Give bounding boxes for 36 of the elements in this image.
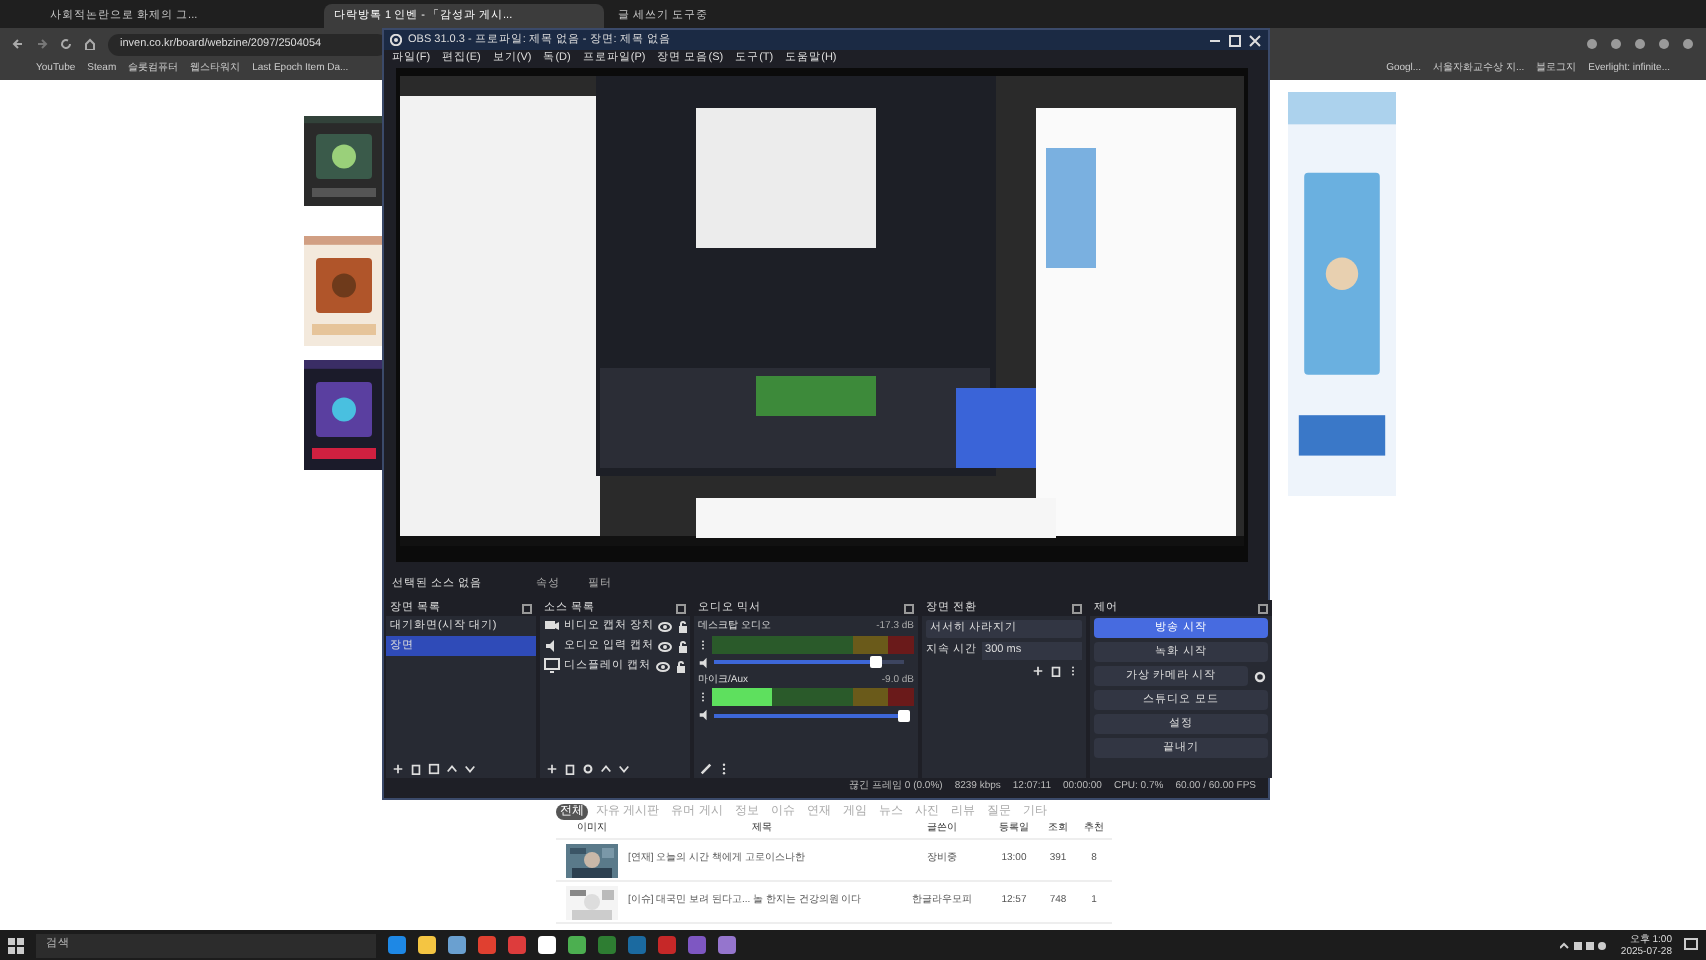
undock-icon (1072, 603, 1082, 613)
camera-icon (544, 618, 560, 634)
speaker-icon (544, 638, 560, 654)
undock-icon (1258, 603, 1268, 613)
speaker-icon[interactable] (698, 708, 710, 722)
undock-icon (904, 603, 914, 613)
windows-start-icon (8, 937, 24, 953)
monitor-icon (544, 658, 560, 674)
move-up-button[interactable] (446, 761, 458, 775)
maximize-button[interactable] (1228, 33, 1242, 47)
obs-logo-icon (390, 34, 402, 46)
add-button[interactable] (392, 761, 404, 775)
home-icon (84, 38, 96, 50)
lock-icon[interactable] (676, 639, 691, 653)
more-button[interactable] (718, 761, 730, 775)
lock-icon[interactable] (673, 659, 688, 673)
eye-icon[interactable] (658, 639, 673, 653)
settings-button[interactable] (582, 761, 594, 775)
settings-button[interactable] (1252, 666, 1268, 686)
add-button[interactable] (546, 761, 558, 775)
eye-icon[interactable] (655, 659, 670, 673)
close-button[interactable] (1248, 33, 1262, 47)
add-button[interactable] (1032, 664, 1044, 678)
eye-icon[interactable] (658, 619, 673, 633)
back-icon (12, 38, 24, 50)
forward-icon (36, 38, 48, 50)
move-down-button[interactable] (618, 761, 630, 775)
move-up-button[interactable] (600, 761, 612, 775)
undock-icon (522, 603, 532, 613)
tray-icons-drawing (1560, 939, 1609, 951)
undock-icon (676, 603, 686, 613)
move-down-button[interactable] (464, 761, 476, 775)
lock-icon[interactable] (676, 619, 691, 633)
reload-icon (60, 38, 72, 50)
speaker-icon[interactable] (698, 655, 710, 669)
notification-icon (1684, 938, 1698, 952)
